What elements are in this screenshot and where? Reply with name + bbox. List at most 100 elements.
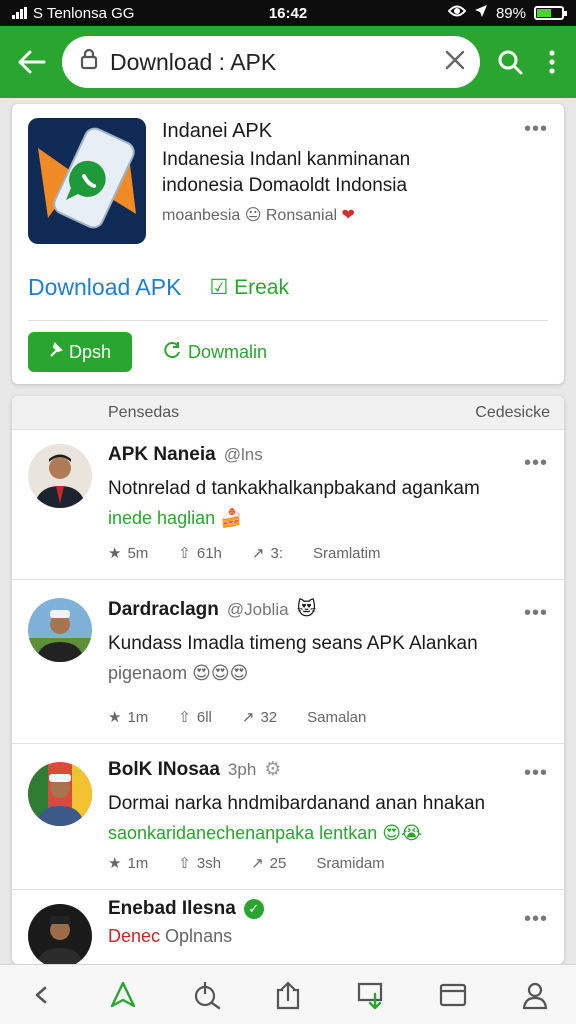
nav-share-icon[interactable] <box>264 971 312 1019</box>
check-link-label: Ereak <box>234 276 289 299</box>
author-handle: 3ph <box>227 759 257 779</box>
nav-search-icon[interactable] <box>182 971 230 1019</box>
star-icon: ★ <box>108 709 122 726</box>
app-logo-icon[interactable] <box>28 118 146 244</box>
more-horizontal-icon[interactable]: ••• <box>524 118 548 141</box>
feed-header-left: Pensedas <box>108 403 180 421</box>
arrow-left-icon[interactable] <box>12 42 52 82</box>
post-meta: ★ 1m ⇧ 6ll ↗ 32 Samalan <box>108 708 366 727</box>
share-icon: ⇧ <box>178 709 191 726</box>
feed-header: Pensedas Cedesicke <box>12 396 564 430</box>
share-action[interactable]: ⇧ 61h <box>178 544 222 563</box>
check-link[interactable]: ☑ Ereak <box>209 275 289 300</box>
divider <box>28 320 548 321</box>
share-icon: ⇧ <box>178 855 191 872</box>
app-subtitle: Indanesia Indanl kanminanan <box>162 149 411 170</box>
avatar[interactable] <box>28 904 92 964</box>
lock-icon <box>80 48 98 76</box>
nav-profile-icon[interactable] <box>511 971 559 1019</box>
more-horizontal-icon[interactable]: ••• <box>524 908 548 931</box>
app-info: Indanei APK Indanesia Indanl kanminanan … <box>162 120 502 225</box>
url-input[interactable] <box>110 48 432 76</box>
post-meta: ★ 1m ⇧ 3sh ↗ 25 Sramidam <box>108 854 385 873</box>
heart-eyes-cat-icon: 😻 <box>296 599 317 620</box>
app-card: Indanei APK Indanesia Indanl kanminanan … <box>12 104 564 384</box>
check-box-icon: ☑ <box>209 276 229 299</box>
like-count: 1m <box>127 854 149 872</box>
pin-icon <box>49 341 63 363</box>
battery-level <box>537 9 552 17</box>
name-row: Dardraclagn @Joblia 😻 <box>108 598 548 621</box>
share-count: 3sh <box>196 854 222 872</box>
author-handle: @Joblia <box>226 599 289 619</box>
more-horizontal-icon[interactable]: ••• <box>524 452 548 475</box>
post-subtext-red: Denec <box>108 926 161 946</box>
like-action[interactable]: ★ 1m <box>108 854 149 873</box>
open-button-label: Dpsh <box>68 341 112 362</box>
post-body: Enebad Ilesna ✓ Denec Oplnans <box>108 898 548 947</box>
download-link[interactable]: Dowmalin <box>162 340 267 365</box>
nav-download-icon[interactable] <box>346 971 394 1019</box>
battery-icon <box>534 6 567 20</box>
post-text: Dormai narka hndmibardanand anan hnakan <box>108 793 486 814</box>
more-horizontal-icon[interactable]: ••• <box>524 762 548 785</box>
cake-emoji-icon: 🍰 <box>220 508 243 528</box>
refresh-icon <box>162 340 182 365</box>
app-links: Download APK ☑ Ereak <box>28 274 289 301</box>
app-meta: moanbesia 😐 Ronsanial ❤ <box>162 205 502 225</box>
list-item[interactable]: BolK INosaa 3ph ⚙ Dormai narka hndmibard… <box>12 744 564 890</box>
signal-icon <box>12 7 27 19</box>
post-label: Sramidam <box>316 854 385 872</box>
comment-action[interactable]: ↗ 32 <box>241 708 278 727</box>
like-action[interactable]: ★ 1m <box>108 708 148 727</box>
share-count: 6ll <box>196 708 212 726</box>
name-row: APK Naneia @lns <box>108 444 548 466</box>
search-icon[interactable] <box>490 42 530 82</box>
address-bar[interactable] <box>62 36 480 88</box>
share-action[interactable]: ⇧ 3sh <box>178 854 222 873</box>
carrier-name: S Tenlonsa GG <box>33 4 135 22</box>
star-icon: ★ <box>108 855 122 872</box>
comment-action[interactable]: ↗ 25 <box>251 854 286 873</box>
more-vertical-icon[interactable] <box>540 42 564 82</box>
list-item[interactable]: Enebad Ilesna ✓ Denec Oplnans ••• <box>12 890 564 964</box>
more-horizontal-icon[interactable]: ••• <box>524 602 548 625</box>
author-name[interactable]: Dardraclagn <box>108 599 219 621</box>
nav-back-icon[interactable] <box>17 971 65 1019</box>
reply-icon: ↗ <box>251 545 265 562</box>
author-name[interactable]: Enebad Ilesna <box>108 898 236 920</box>
comment-action[interactable]: ↗ 3: <box>251 544 283 563</box>
author-name[interactable]: BolK INosaa <box>108 759 220 781</box>
open-button[interactable]: Dpsh <box>28 332 132 372</box>
nav-tabs-icon[interactable] <box>429 971 477 1019</box>
app-subtitle-2: indonesia Domaoldt Indonsia <box>162 175 408 196</box>
avatar[interactable] <box>28 762 92 826</box>
feed-header-right[interactable]: Cedesicke <box>475 404 550 422</box>
nav-navigate-icon[interactable] <box>99 971 147 1019</box>
location-icon <box>474 4 488 22</box>
author-handle: @lns <box>223 445 263 464</box>
list-item[interactable]: APK Naneia @lns Notnrelad d tankakhalkan… <box>12 430 564 580</box>
reply-icon: ↗ <box>251 855 264 872</box>
star-icon: ★ <box>108 545 122 562</box>
post-subtext-label: saonkaridanechenanpaka lentkan <box>108 823 378 843</box>
post-subtext: Denec Oplnans <box>108 926 548 947</box>
post-text: Notnrelad d tankakhalkanpbakand agankam <box>108 478 480 499</box>
post-body: APK Naneia @lns Notnrelad d tankakhalkan… <box>108 444 548 529</box>
like-action[interactable]: ★ 5m <box>108 544 148 563</box>
reply-icon: ↗ <box>241 709 255 726</box>
share-icon: ⇧ <box>178 545 191 562</box>
post-subtext: pigenaom 😍😍😍 <box>108 663 548 684</box>
comment-count: 32 <box>260 708 278 726</box>
app-title: Indanei APK <box>162 120 273 142</box>
avatar[interactable] <box>28 444 92 508</box>
avatar[interactable] <box>28 598 92 662</box>
post-meta: ★ 5m ⇧ 61h ↗ 3: Sramlatim <box>108 544 381 563</box>
post-subtext-label: pigenaom <box>108 663 188 683</box>
close-icon[interactable] <box>444 46 466 78</box>
heart-eyes-emoji-icon: 😍😍😍 <box>192 663 249 683</box>
author-name[interactable]: APK Naneia <box>108 444 216 466</box>
share-action[interactable]: ⇧ 6ll <box>178 708 212 727</box>
download-apk-link[interactable]: Download APK <box>28 274 181 301</box>
list-item[interactable]: Dardraclagn @Joblia 😻 Kundass Imadla tim… <box>12 580 564 744</box>
